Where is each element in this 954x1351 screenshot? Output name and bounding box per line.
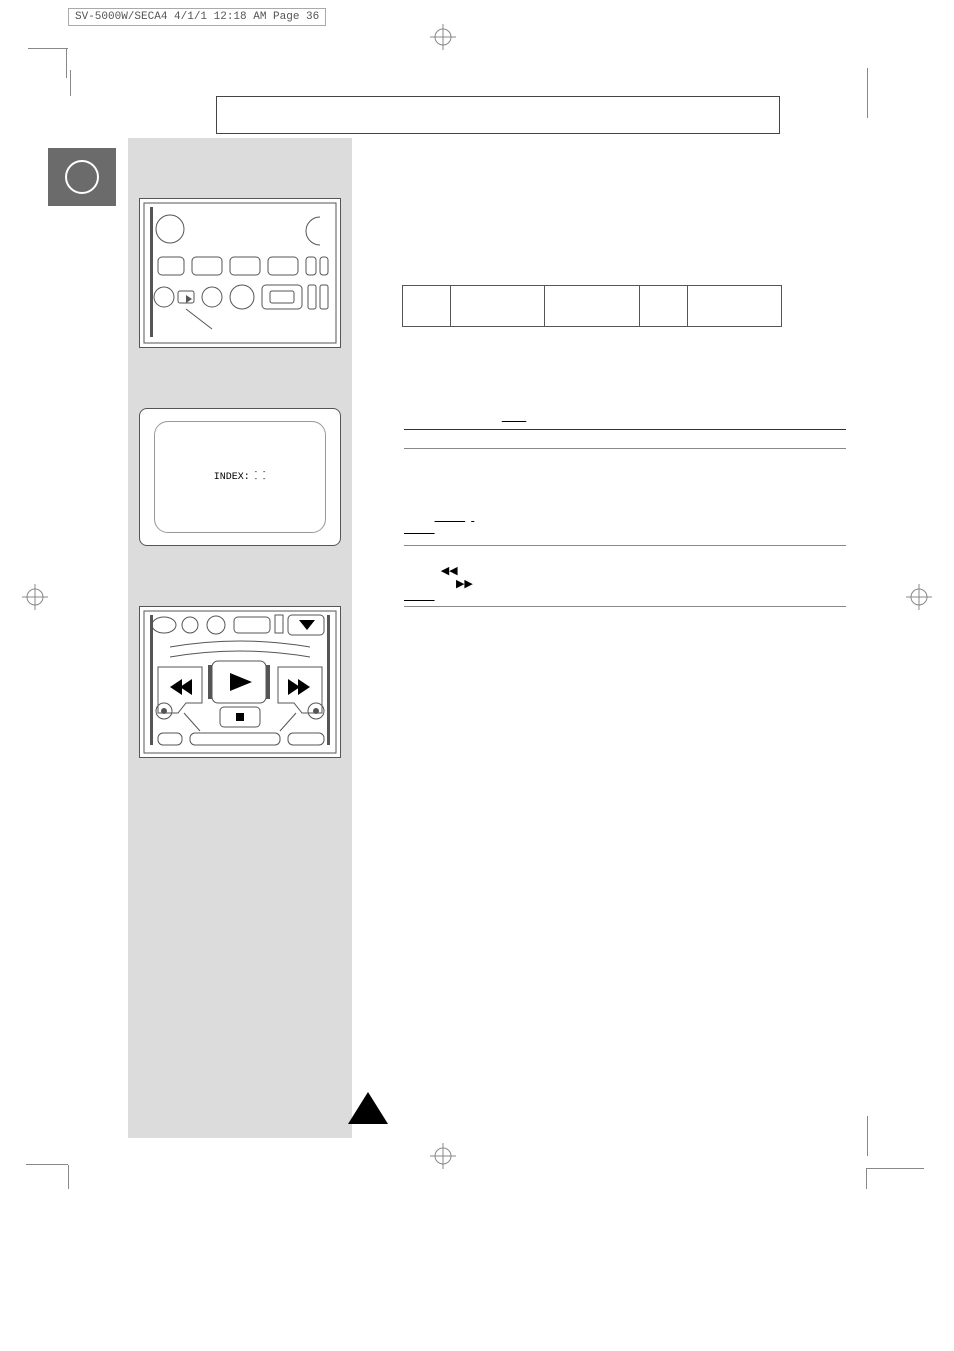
lcd-index-label: INDEX: (214, 472, 250, 483)
registration-mark-bottom (430, 1143, 456, 1169)
crop-mark-top-right (867, 68, 868, 118)
crop-mark-top-left-inner (70, 70, 71, 96)
crop-mark-top-left (28, 48, 68, 88)
step-3: ◀◀ ▶▶ (376, 564, 846, 607)
sidebar-column: INDEX: - -- - (128, 138, 352, 1138)
index-cell (545, 286, 640, 326)
page-title-box (216, 96, 780, 134)
sidebar-tab (48, 148, 116, 206)
index-cell (688, 286, 782, 326)
crop-mark-bottom-right (866, 1129, 924, 1169)
figure-lcd-screen: INDEX: - -- - (139, 408, 341, 546)
index-table (402, 285, 782, 327)
file-info-header: SV-5000W/SECA4 4/1/1 12:18 AM Page 36 (68, 8, 326, 26)
step-1 (376, 387, 846, 449)
step-2 (376, 487, 846, 546)
page-corner-triangle (344, 1088, 392, 1128)
lcd-display: INDEX: - -- - (154, 421, 326, 533)
registration-mark-left (22, 584, 48, 610)
crop-mark-bottom-left (26, 1125, 68, 1165)
registration-mark-top (430, 24, 456, 50)
index-cell (403, 286, 451, 326)
forward-icon: ▶▶ (456, 578, 473, 590)
instruction-column: ◀◀ ▶▶ (376, 205, 846, 607)
rewind-icon: ◀◀ (441, 565, 458, 577)
registration-mark-right (906, 584, 932, 610)
figure-vcr-deck (139, 198, 341, 348)
index-cell (451, 286, 546, 326)
index-cell (640, 286, 688, 326)
figure-transport-controls (139, 606, 341, 758)
